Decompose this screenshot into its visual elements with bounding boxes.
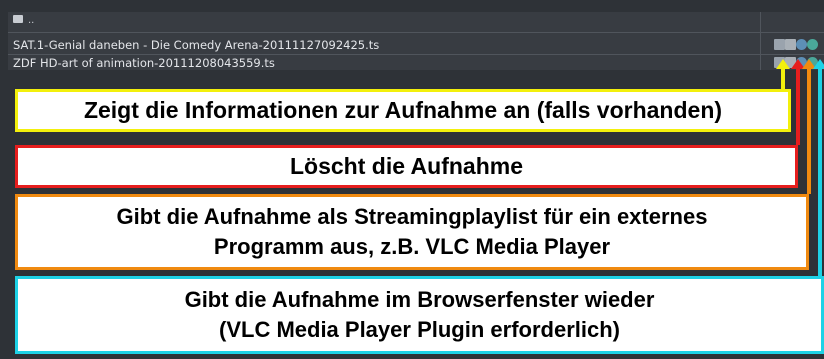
recording-row[interactable]: ZDF HD-art of animation-20111208043559.t…	[8, 54, 824, 72]
browser-callout-line2: (VLC Media Player Plugin erforderlich)	[219, 317, 620, 342]
delete-callout: Löscht die Aufnahme	[15, 145, 798, 188]
recording-filename[interactable]: ZDF HD-art of animation-20111208043559.t…	[13, 54, 275, 72]
browser-play-icon[interactable]	[807, 39, 818, 50]
delete-icon[interactable]	[785, 39, 796, 50]
info-icon[interactable]	[774, 39, 785, 50]
recordings-panel: .. SAT.1-Genial daneben - Die Comedy Are…	[0, 0, 824, 359]
recording-actions	[774, 39, 822, 51]
recordings-file-list: .. SAT.1-Genial daneben - Die Comedy Are…	[8, 12, 824, 70]
streaming-arrow	[802, 59, 816, 194]
streaming-callout: Gibt die Aufnahme als Streamingplaylist …	[15, 194, 809, 270]
streaming-playlist-icon[interactable]	[796, 39, 807, 50]
folder-icon	[13, 15, 23, 23]
column-divider	[760, 12, 761, 70]
delete-callout-text: Löscht die Aufnahme	[290, 153, 523, 179]
info-arrow	[776, 59, 790, 89]
recording-filename[interactable]: SAT.1-Genial daneben - Die Comedy Arena-…	[13, 36, 379, 54]
browser-arrow	[813, 59, 824, 276]
streaming-callout-line1: Gibt die Aufnahme als Streamingplaylist …	[116, 204, 708, 229]
parent-directory-label: ..	[28, 15, 35, 26]
info-callout-text: Zeigt die Informationen zur Aufnahme an …	[83, 97, 723, 123]
browser-callout: Gibt die Aufnahme im Browserfenster wied…	[15, 276, 824, 354]
info-callout: Zeigt die Informationen zur Aufnahme an …	[15, 89, 791, 132]
delete-arrow	[791, 59, 805, 145]
streaming-callout-line2: Programm aus, z.B. VLC Media Player	[213, 234, 611, 259]
parent-directory-row[interactable]: ..	[8, 12, 824, 33]
recording-row[interactable]: SAT.1-Genial daneben - Die Comedy Arena-…	[8, 36, 824, 55]
browser-callout-line1: Gibt die Aufnahme im Browserfenster wied…	[184, 287, 655, 312]
